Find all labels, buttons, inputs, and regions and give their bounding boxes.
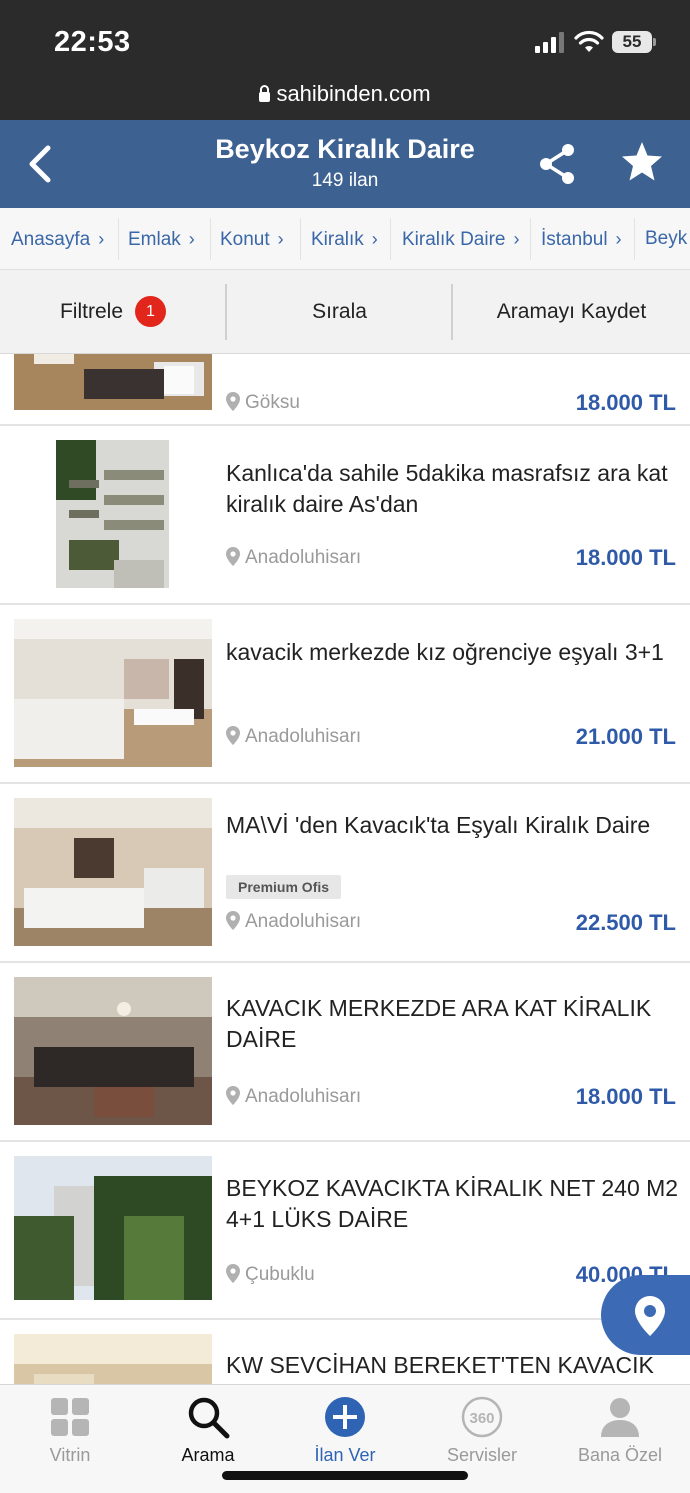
filter-bar: Filtrele 1 Sırala Aramayı Kaydet: [0, 270, 690, 354]
plus-circle-icon: [325, 1397, 365, 1437]
listing-title[interactable]: MA\Vİ 'den Kavacık'ta Eşyalı Kiralık Dai…: [226, 810, 682, 841]
listing-location: Göksu: [226, 392, 300, 414]
chevron-right-icon: ›: [513, 229, 520, 249]
clock: 22:53: [54, 26, 131, 58]
breadcrumb-item-kiralik-daire[interactable]: Kiralık Daire ›: [402, 208, 520, 269]
chevron-right-icon: ›: [371, 229, 378, 249]
tab-arama[interactable]: Arama: [139, 1395, 277, 1466]
cellular-signal-icon: [535, 32, 564, 53]
listing-title[interactable]: Kanlıca'da sahile 5dakika masrafsız ara …: [226, 458, 682, 520]
list-item[interactable]: kavacik merkezde kız oğrenciye eşyalı 3+…: [0, 605, 690, 784]
listing-thumbnail: [14, 440, 212, 588]
listing-location: Çubuklu: [226, 1264, 315, 1286]
location-pin-icon: [226, 1086, 240, 1105]
page-header: Beykoz Kiralık Daire 149 ilan: [0, 120, 690, 208]
listing-thumbnail: [14, 1156, 212, 1300]
listing-thumbnail: [14, 977, 212, 1125]
breadcrumb-item-emlak[interactable]: Emlak ›: [128, 208, 195, 269]
location-pin-icon: [226, 392, 240, 411]
tab-servisler[interactable]: 360 Servisler: [413, 1395, 551, 1466]
home-indicator: [222, 1471, 468, 1480]
filter-button[interactable]: Filtrele 1: [0, 270, 226, 354]
svg-text:360: 360: [469, 1410, 494, 1427]
chevron-right-icon: ›: [98, 229, 105, 249]
search-icon: [188, 1397, 230, 1439]
save-search-button[interactable]: Aramayı Kaydet: [453, 270, 690, 354]
list-item[interactable]: Kanlıca'da sahile 5dakika masrafsız ara …: [0, 426, 690, 605]
chevron-right-icon: ›: [188, 229, 195, 249]
list-item[interactable]: Göksu 18.000 TL: [0, 354, 690, 426]
chevron-right-icon: ›: [615, 229, 622, 249]
breadcrumb-item-konut[interactable]: Konut ›: [220, 208, 284, 269]
battery-level: 55: [612, 31, 652, 53]
battery-indicator: 55: [612, 31, 656, 53]
favorite-star-icon[interactable]: [618, 138, 666, 186]
listing-count: 149 ilan: [311, 170, 379, 191]
user-icon: [601, 1398, 639, 1437]
premium-badge: Premium Ofis: [226, 875, 342, 899]
listing-price: 21.000 TL: [575, 724, 676, 749]
map-view-button[interactable]: [601, 1275, 690, 1355]
listing-thumbnail: [14, 1334, 212, 1384]
breadcrumb-item-kiralik[interactable]: Kiralık ›: [311, 208, 378, 269]
location-pin-icon: [226, 726, 240, 745]
breadcrumb-item-beykoz[interactable]: Beyk: [645, 208, 687, 269]
list-item[interactable]: KW SEVCİHAN BEREKET'TEN KAVACIK: [0, 1320, 690, 1384]
listing-location: Anadoluhisarı: [226, 726, 361, 748]
tab-ilan-ver[interactable]: İlan Ver: [276, 1395, 414, 1466]
listing-list[interactable]: Göksu 18.000 TL Kanlıca'da sahile 5dakik…: [0, 354, 690, 1384]
address-bar[interactable]: sahibinden.com: [0, 72, 690, 120]
page-title: Beykoz Kiralık Daire: [215, 134, 475, 164]
tab-bana-ozel[interactable]: Bana Özel: [551, 1395, 689, 1466]
listing-title[interactable]: KAVACIK MERKEZDE ARA KAT KİRALIK DAİRE: [226, 993, 682, 1055]
listing-price: 18.000 TL: [575, 390, 676, 415]
listing-location: Anadoluhisarı: [226, 547, 361, 569]
breadcrumb: Anasayfa › Emlak › Konut › Kiralık › Kiralık…: [0, 208, 690, 270]
breadcrumb-item-anasayfa[interactable]: Anasayfa ›: [11, 208, 105, 269]
lock-icon: [259, 85, 271, 102]
list-item[interactable]: KAVACIK MERKEZDE ARA KAT KİRALIK DAİRE A…: [0, 963, 690, 1142]
url-text: sahibinden.com: [276, 81, 431, 106]
listing-thumbnail: [14, 619, 212, 767]
location-pin-icon: [226, 547, 240, 566]
list-item[interactable]: BEYKOZ KAVACIKTA KİRALIK NET 240 M2 4+1 …: [0, 1142, 690, 1320]
listing-price: 22.500 TL: [575, 910, 676, 935]
listing-title[interactable]: kavacik merkezde kız oğrenciye eşyalı 3+…: [226, 637, 682, 668]
location-pin-icon: [226, 911, 240, 930]
grid-icon: [51, 1398, 89, 1436]
tab-vitrin[interactable]: Vitrin: [1, 1395, 139, 1466]
share-icon[interactable]: [534, 140, 582, 188]
location-pin-icon: [226, 1264, 240, 1283]
wifi-icon: [574, 30, 604, 52]
listing-location: Anadoluhisarı: [226, 911, 361, 933]
listing-price: 18.000 TL: [575, 1084, 676, 1109]
breadcrumb-item-istanbul[interactable]: İstanbul ›: [541, 208, 622, 269]
sort-button[interactable]: Sırala: [227, 270, 452, 354]
listing-thumbnail: [14, 354, 212, 410]
list-item[interactable]: MA\Vİ 'den Kavacık'ta Eşyalı Kiralık Dai…: [0, 784, 690, 963]
listing-price: 18.000 TL: [575, 545, 676, 570]
filter-count-badge: 1: [135, 296, 166, 327]
map-pin-icon: [635, 1296, 665, 1336]
status-bar: 22:53 55: [0, 0, 690, 72]
listing-title[interactable]: BEYKOZ KAVACIKTA KİRALIK NET 240 M2 4+1 …: [226, 1173, 682, 1235]
360-icon: 360: [461, 1396, 503, 1438]
listing-location: Anadoluhisarı: [226, 1086, 361, 1108]
chevron-right-icon: ›: [277, 229, 284, 249]
listing-title[interactable]: KW SEVCİHAN BEREKET'TEN KAVACIK: [226, 1350, 682, 1381]
listing-thumbnail: [14, 798, 212, 946]
